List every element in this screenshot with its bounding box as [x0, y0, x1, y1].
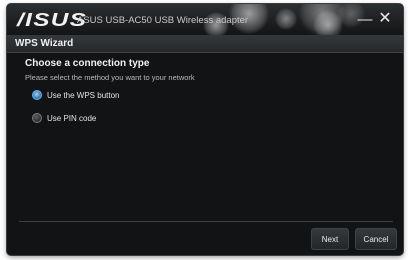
option-label: Use the WPS button: [47, 90, 120, 100]
page-instructions: Please select the method you want to you…: [25, 73, 195, 82]
wps-wizard-window: /ISUS ASUS USB-AC50 USB Wireless adapter…: [7, 4, 403, 255]
close-icon: ✕: [378, 10, 392, 27]
section-header: WPS Wizard: [7, 35, 403, 53]
window-title: ASUS USB-AC50 USB Wireless adapter: [77, 15, 249, 26]
radio-button[interactable]: [32, 113, 42, 123]
option-wps-button[interactable]: Use the WPS button: [32, 88, 119, 102]
option-label: Use PIN code: [47, 113, 97, 123]
section-title: WPS Wizard: [15, 38, 74, 49]
option-pin-code[interactable]: Use PIN code: [32, 111, 96, 125]
minimize-icon: —: [357, 11, 373, 28]
cancel-button[interactable]: Cancel: [355, 228, 397, 250]
close-button[interactable]: ✕: [376, 10, 394, 28]
minimize-button[interactable]: —: [356, 11, 374, 29]
radio-button-selected[interactable]: [32, 90, 42, 100]
title-bar[interactable]: /ISUS ASUS USB-AC50 USB Wireless adapter…: [7, 4, 403, 40]
footer-divider: [19, 221, 393, 222]
next-button[interactable]: Next: [311, 228, 349, 250]
bokeh-decoration: [275, 8, 297, 30]
page-heading: Choose a connection type: [25, 58, 150, 69]
